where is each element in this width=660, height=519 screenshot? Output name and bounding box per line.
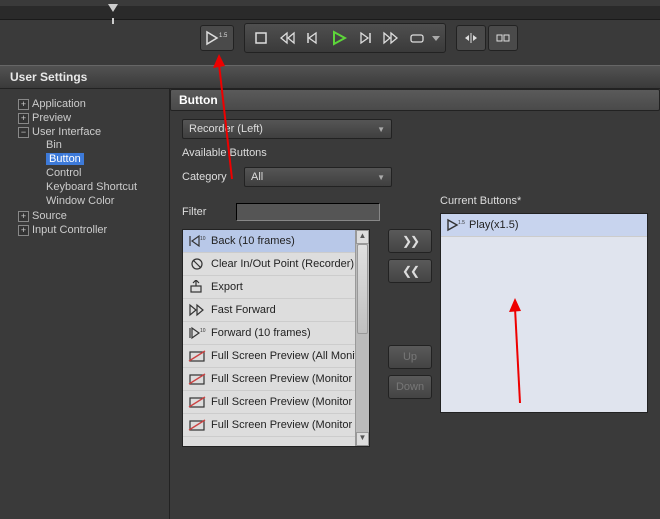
svg-text:10: 10	[200, 328, 206, 334]
tree-item-preview[interactable]: +Preview	[18, 111, 165, 125]
expand-icon[interactable]: +	[18, 113, 29, 124]
scrollbar[interactable]: ▲ ▼	[355, 230, 369, 446]
transport-controls	[244, 23, 446, 53]
list-item-label: Play(x1.5)	[469, 219, 519, 231]
tree-item-window-color[interactable]: Window Color	[32, 194, 165, 208]
toolbar-extra-1[interactable]	[456, 25, 486, 51]
remove-button[interactable]: ❮❮	[388, 259, 432, 283]
available-buttons-list[interactable]: 10 Back (10 frames) Clear In/Out Point (Re…	[182, 229, 370, 447]
svg-text:1.5: 1.5	[219, 33, 228, 39]
scroll-up-icon[interactable]: ▲	[356, 230, 369, 244]
clear-icon	[187, 256, 207, 272]
list-item[interactable]: 10 Back (10 frames)	[183, 230, 369, 253]
play-1-5x-button[interactable]: 1.5	[200, 25, 234, 51]
tree-item-button[interactable]: Button	[32, 152, 165, 166]
list-item-label: Full Screen Preview (Monitor 2)	[211, 396, 365, 408]
settings-content: Button Recorder (Left) ▼ Available Butto…	[170, 89, 660, 519]
category-dropdown[interactable]: All ▼	[244, 167, 392, 187]
tree-item-application[interactable]: +Application	[18, 97, 165, 111]
list-item-label: Forward (10 frames)	[211, 327, 311, 339]
filter-input[interactable]	[236, 203, 380, 221]
stop-button[interactable]	[249, 26, 273, 50]
recorder-dropdown[interactable]: Recorder (Left) ▼	[182, 119, 392, 139]
list-item[interactable]: Clear In/Out Point (Recorder)	[183, 253, 369, 276]
fwd10-icon: 10	[187, 325, 207, 341]
list-item-label: Back (10 frames)	[211, 235, 295, 247]
list-item-label: Full Screen Preview (All Monitors)	[211, 350, 369, 362]
list-item[interactable]: Full Screen Preview (All Monitors)	[183, 345, 369, 368]
list-item-label: Export	[211, 281, 243, 293]
rewind-button[interactable]	[275, 26, 299, 50]
current-buttons-list[interactable]: 1.5 Play(x1.5)	[440, 213, 648, 413]
chevron-down-icon: ▼	[377, 173, 385, 182]
tree-item-source[interactable]: +Source	[18, 209, 165, 223]
section-heading: Button	[170, 89, 660, 111]
list-item-label: Fast Forward	[211, 304, 276, 316]
scroll-down-icon[interactable]: ▼	[356, 432, 369, 446]
list-item[interactable]: Export	[183, 276, 369, 299]
transport-more-dropdown[interactable]	[431, 26, 441, 50]
fast-forward-button[interactable]	[379, 26, 403, 50]
svg-text:10: 10	[200, 236, 206, 242]
list-item[interactable]: 10 Forward (10 frames)	[183, 322, 369, 345]
list-item-label: Clear In/Out Point (Recorder)	[211, 258, 354, 270]
step-forward-button[interactable]	[353, 26, 377, 50]
preview-icon	[187, 394, 207, 410]
play-button[interactable]	[327, 26, 351, 50]
play15-icon: 1.5	[445, 217, 465, 233]
tree-item-bin[interactable]: Bin	[32, 138, 165, 152]
chevron-down-icon: ▼	[377, 125, 385, 134]
tree-item-user-interface[interactable]: −User Interface Bin Button Control Keybo…	[18, 125, 165, 209]
panel-title: User Settings	[0, 65, 660, 89]
tree-item-control[interactable]: Control	[32, 166, 165, 180]
add-button[interactable]: ❯❯	[388, 229, 432, 253]
ff-icon	[187, 302, 207, 318]
scroll-thumb[interactable]	[357, 244, 368, 334]
timeline-ruler[interactable]	[0, 6, 660, 20]
settings-tree: +Application +Preview −User Interface Bi…	[0, 89, 170, 519]
move-down-button[interactable]: Down	[388, 375, 432, 399]
collapse-icon[interactable]: −	[18, 127, 29, 138]
loop-button[interactable]	[405, 26, 429, 50]
playhead-marker[interactable]	[108, 4, 118, 12]
tree-item-input-controller[interactable]: +Input Controller	[18, 223, 165, 237]
step-back-button[interactable]	[301, 26, 325, 50]
export-icon	[187, 279, 207, 295]
preview-icon	[187, 371, 207, 387]
preview-icon	[187, 417, 207, 433]
dropdown-value: All	[251, 171, 263, 183]
play-speed-icon: 1.5	[205, 30, 229, 46]
expand-icon[interactable]: +	[18, 211, 29, 222]
category-label: Category	[182, 171, 236, 183]
filter-label: Filter	[182, 206, 228, 218]
list-item[interactable]: Full Screen Preview (Monitor 3)	[183, 414, 369, 437]
back10-icon: 10	[187, 233, 207, 249]
move-up-button[interactable]: Up	[388, 345, 432, 369]
expand-icon[interactable]: +	[18, 225, 29, 236]
list-item[interactable]: Fast Forward	[183, 299, 369, 322]
svg-text:1.5: 1.5	[458, 220, 465, 226]
list-item[interactable]: 1.5 Play(x1.5)	[441, 214, 647, 237]
available-buttons-label: Available Buttons	[182, 147, 267, 159]
tree-item-keyboard-shortcut[interactable]: Keyboard Shortcut	[32, 180, 165, 194]
dropdown-value: Recorder (Left)	[189, 123, 263, 135]
preview-icon	[187, 348, 207, 364]
toolbar-extra-2[interactable]	[488, 25, 518, 51]
current-buttons-label: Current Buttons*	[440, 195, 648, 207]
top-toolbar: 1.5	[0, 0, 660, 65]
list-item-label: Full Screen Preview (Monitor 1)	[211, 373, 365, 385]
list-item[interactable]: Full Screen Preview (Monitor 2)	[183, 391, 369, 414]
expand-icon[interactable]: +	[18, 99, 29, 110]
list-item-label: Full Screen Preview (Monitor 3)	[211, 419, 365, 431]
list-item[interactable]: Full Screen Preview (Monitor 1)	[183, 368, 369, 391]
